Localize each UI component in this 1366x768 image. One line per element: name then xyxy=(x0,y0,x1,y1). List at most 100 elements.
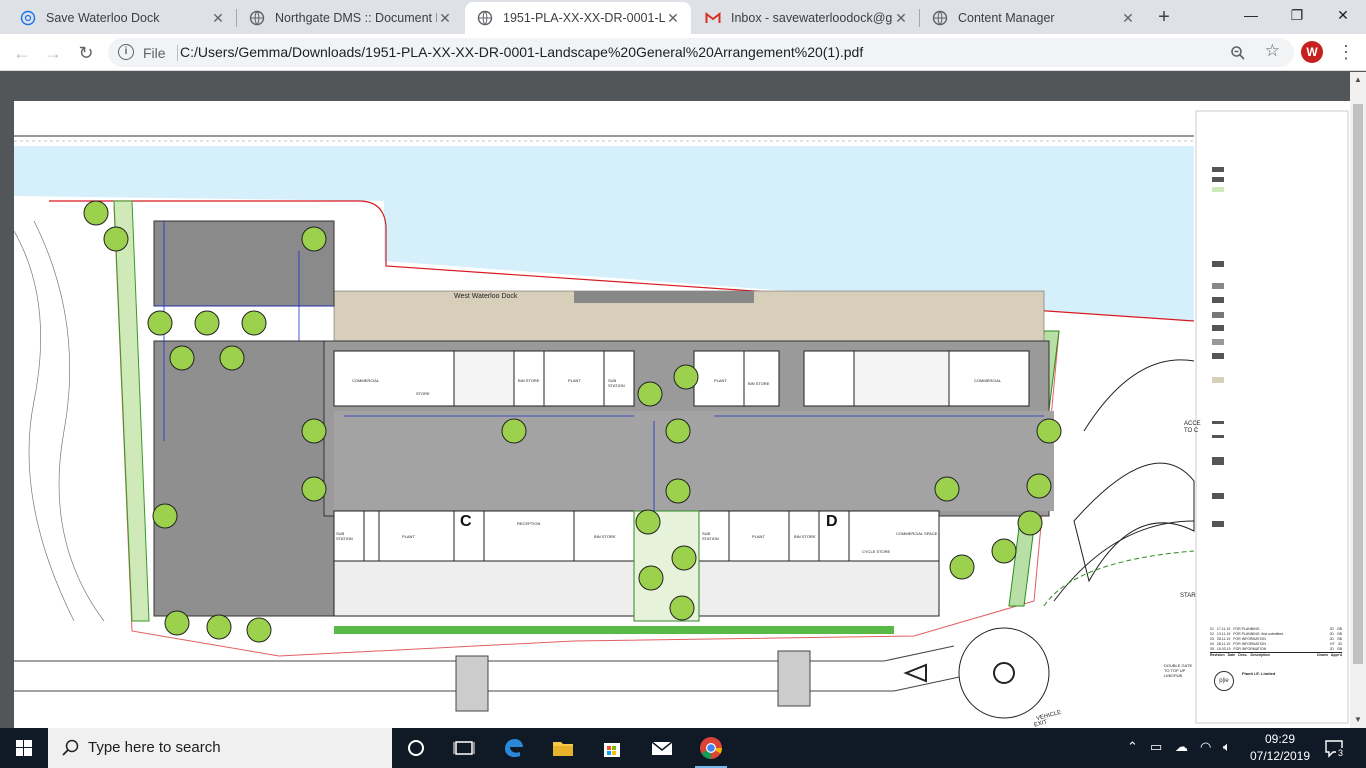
room-label: PLANT xyxy=(714,378,727,383)
room-label: COMMERCIAL SPACE xyxy=(896,531,938,536)
pdf-page[interactable]: West Waterloo Dock C D COMMERCIAL STORE … xyxy=(14,101,1350,728)
tab-northgate-dms[interactable]: Northgate DMS :: Document Li ✕ xyxy=(237,2,463,34)
close-icon[interactable]: ✕ xyxy=(437,10,453,26)
globe-icon xyxy=(932,10,948,26)
scroll-up-arrow-icon[interactable]: ▲ xyxy=(1350,72,1366,88)
revision-row: 05 15.03.19 FOR INFORMATION JD GB xyxy=(1210,647,1342,652)
taskbar-clock[interactable]: 09:29 07/12/2019 xyxy=(1248,731,1312,765)
cortana-icon[interactable] xyxy=(402,734,430,762)
room-label: PLANT xyxy=(402,534,415,539)
dock-label: West Waterloo Dock xyxy=(454,293,518,300)
revision-cell: 05 xyxy=(1210,647,1214,651)
battery-icon[interactable]: ▭ xyxy=(1150,739,1162,755)
new-tab-button[interactable]: + xyxy=(1152,6,1176,30)
edge-icon[interactable] xyxy=(500,734,528,762)
revision-header-cell: Revision xyxy=(1210,653,1225,657)
tab-active-pdf[interactable]: 1951-PLA-XX-XX-DR-0001-Lan ✕ xyxy=(465,2,691,34)
store-icon[interactable] xyxy=(598,734,626,762)
address-bar[interactable]: i File C:/Users/Gemma/Downloads/1951-PLA… xyxy=(108,38,1294,67)
clock-time: 09:29 xyxy=(1264,732,1296,746)
tab-content-manager[interactable]: Content Manager ✕ xyxy=(920,2,1146,34)
zoom-icon[interactable] xyxy=(1230,45,1246,61)
room-label: SUB STATION xyxy=(336,531,353,541)
notification-count: 3 xyxy=(1336,748,1346,758)
wifi-icon[interactable]: ◠ xyxy=(1200,739,1211,755)
revision-cell: GB xyxy=(1336,647,1342,651)
block-d-label: D xyxy=(826,513,838,530)
scrollbar-thumb[interactable] xyxy=(1353,104,1363,664)
browser-toolbar: ← → ↻ i File C:/Users/Gemma/Downloads/19… xyxy=(0,34,1366,71)
gmail-icon xyxy=(705,11,721,23)
stair-label: STAR xyxy=(1180,593,1196,599)
restore-button[interactable]: ❐ xyxy=(1274,0,1320,32)
task-view-icon[interactable] xyxy=(450,734,478,762)
scroll-down-arrow-icon[interactable]: ▼ xyxy=(1350,712,1366,728)
menu-icon[interactable]: ⋮ xyxy=(1336,39,1356,65)
back-button[interactable]: ← xyxy=(9,40,35,66)
room-label: COMMERCIAL xyxy=(974,378,1002,383)
tab-title: Northgate DMS :: Document Li xyxy=(275,11,437,25)
room-label: STORE xyxy=(416,391,430,396)
windows-start-icon[interactable] xyxy=(0,728,48,768)
globe-icon xyxy=(20,10,36,26)
globe-icon xyxy=(477,10,493,26)
search-placeholder: Type here to search xyxy=(88,739,221,756)
search-icon xyxy=(62,739,79,756)
revision-header-cell: Description xyxy=(1250,653,1270,657)
tab-inbox[interactable]: Inbox - savewaterloodock@gm ✕ xyxy=(693,2,919,34)
access-label: TO C xyxy=(1184,428,1199,434)
revision-cell: 15.03.19 xyxy=(1216,647,1231,651)
close-icon[interactable]: ✕ xyxy=(210,10,226,26)
file-explorer-icon[interactable] xyxy=(549,734,577,762)
minimize-button[interactable]: — xyxy=(1228,0,1274,32)
url-scheme: File xyxy=(143,45,166,61)
tab-strip: Save Waterloo Dock ✕ Northgate DMS :: Do… xyxy=(0,0,1366,34)
close-icon[interactable]: ✕ xyxy=(1120,10,1136,26)
chevron-up-icon[interactable]: ⌃ xyxy=(1127,739,1138,755)
room-label: PLANT xyxy=(752,534,765,539)
pdf-viewer: West Waterloo Dock C D COMMERCIAL STORE … xyxy=(0,72,1366,728)
tab-title: Content Manager xyxy=(958,11,1055,25)
info-icon[interactable]: i xyxy=(118,44,134,60)
revision-table: 01 17.11.19 FOR PLANNING JD GB 02 13.11.19 FOR… xyxy=(1210,627,1342,658)
gate-label: LINE/PUB xyxy=(1164,673,1183,678)
room-label: BIN STORE xyxy=(748,381,770,386)
tab-save-waterloo-dock[interactable]: Save Waterloo Dock ✕ xyxy=(8,2,236,34)
room-label: BIN STORE xyxy=(794,534,816,539)
close-icon[interactable]: ✕ xyxy=(893,10,909,26)
revision-header-cell: Appr'd xyxy=(1330,653,1342,657)
profile-avatar[interactable]: W xyxy=(1301,41,1323,63)
revision-cell: FOR INFORMATION xyxy=(1233,647,1267,651)
room-label: PLANT xyxy=(568,378,581,383)
revision-header-cell: Desc. xyxy=(1238,653,1248,657)
chrome-icon[interactable] xyxy=(697,734,725,762)
tab-title: Inbox - savewaterloodock@gm xyxy=(731,11,893,25)
globe-icon xyxy=(249,10,265,26)
clock-date: 07/12/2019 xyxy=(1249,749,1311,763)
reload-button[interactable]: ↻ xyxy=(73,40,99,66)
vertical-scrollbar[interactable]: ▲ ▼ xyxy=(1350,72,1366,728)
mail-icon[interactable] xyxy=(648,734,676,762)
url-text[interactable]: C:/Users/Gemma/Downloads/1951-PLA-XX-XX-… xyxy=(180,44,863,60)
room-label: BIN STORE xyxy=(518,378,540,383)
taskbar-search-box[interactable]: Type here to search xyxy=(48,728,392,768)
close-window-button[interactable]: ✕ xyxy=(1320,0,1366,32)
taskbar: Type here to search ⌃ ▭ ☁ ◠ 🔈︎ 09:29 07/… xyxy=(0,728,1366,768)
room-label: RECEPTION xyxy=(517,521,541,526)
block-c-label: C xyxy=(460,513,472,530)
room-label: SUB STATION xyxy=(702,531,719,541)
site-plan-drawing xyxy=(14,110,1349,724)
forward-button[interactable]: → xyxy=(40,40,66,66)
revision-header-cell: Date xyxy=(1227,653,1236,657)
room-label: BIN STORE xyxy=(594,534,616,539)
revision-header-cell: Drawn xyxy=(1317,653,1328,657)
room-label: CYCLE STORE xyxy=(862,549,891,554)
volume-icon[interactable]: 🔈︎ xyxy=(1223,739,1231,755)
close-icon[interactable]: ✕ xyxy=(665,10,681,26)
room-label: SUB STATION xyxy=(608,378,625,388)
tab-title: 1951-PLA-XX-XX-DR-0001-Lan xyxy=(503,11,665,25)
bookmark-star-icon[interactable]: ☆ xyxy=(1265,41,1280,61)
cloud-icon[interactable]: ☁ xyxy=(1175,739,1188,755)
tab-title: Save Waterloo Dock xyxy=(46,11,160,25)
access-label: ACCE xyxy=(1184,421,1201,427)
